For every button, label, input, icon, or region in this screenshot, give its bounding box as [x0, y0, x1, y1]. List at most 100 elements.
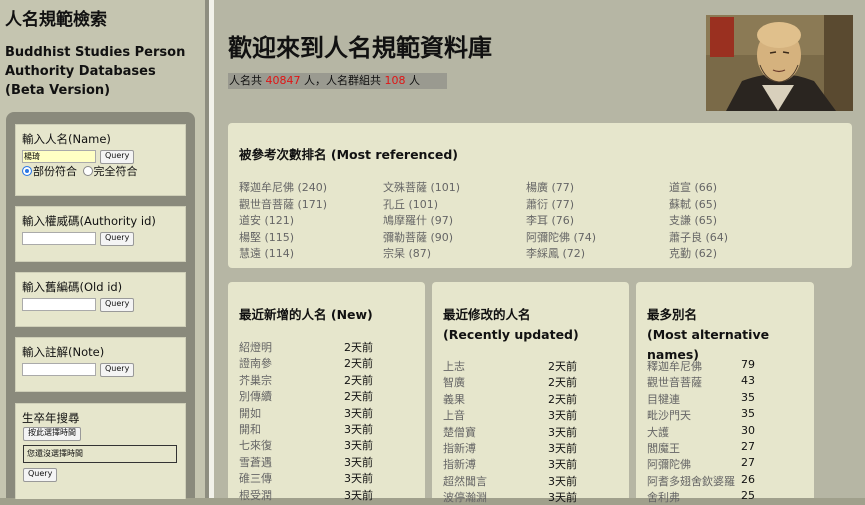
alt-name-count: 35 — [741, 390, 755, 404]
name-query-button[interactable]: Query — [100, 150, 135, 164]
year-search-label: 生卒年搜尋 — [22, 411, 80, 425]
alt-name-person-link[interactable]: 釋迦牟尼佛 — [647, 358, 702, 374]
new-names-card: 最近新增的人名 (New) 紹燈明 2天前 證南參 2天前 芥巢宗 2天前 別傳續 2天前 開如… — [228, 282, 425, 502]
referenced-person-link[interactable]: 支謙 (65) — [669, 212, 717, 228]
old-id-query-button[interactable]: Query — [100, 298, 135, 312]
updated-person-link[interactable]: 上音 — [443, 407, 465, 423]
alt-name-count: 25 — [741, 489, 755, 503]
alt-name-count: 79 — [741, 358, 755, 371]
referenced-person-link[interactable]: 文殊菩薩 (101) — [383, 179, 460, 195]
stats-middle: 人，人名群組共 — [300, 74, 385, 87]
most-referenced-title: 被參考次數排名 (Most referenced) — [239, 147, 459, 162]
referenced-person-link[interactable]: 蕭衍 (77) — [526, 196, 574, 212]
updated-person-link[interactable]: 智廣 — [443, 374, 465, 390]
alt-name-person-link[interactable]: 大護 — [647, 424, 669, 440]
referenced-person-link[interactable]: 李綵鳳 (72) — [526, 245, 585, 261]
note-query-button[interactable]: Query — [100, 363, 135, 377]
new-person-time: 3天前 — [344, 439, 373, 453]
updated-person-time: 3天前 — [548, 442, 577, 455]
year-query-button[interactable]: Query — [23, 468, 58, 482]
group-count: 108 — [384, 74, 406, 87]
new-person-time: 3天前 — [344, 472, 373, 486]
partial-match-radio[interactable] — [22, 166, 32, 176]
new-person-time: 3天前 — [344, 423, 373, 436]
stats-prefix: 人名共 — [229, 74, 266, 87]
new-person-link[interactable]: 開和 — [239, 421, 261, 437]
updated-person-link[interactable]: 義果 — [443, 391, 465, 407]
alt-name-count: 26 — [741, 472, 755, 486]
alt-name-person-link[interactable]: 阿彌陀佛 — [647, 456, 691, 472]
new-person-link[interactable]: 芥巢宗 — [239, 372, 272, 388]
updated-person-link[interactable]: 上志 — [443, 358, 465, 374]
referenced-person-link[interactable]: 釋迦牟尼佛 (240) — [239, 179, 327, 195]
authority-id-input[interactable] — [22, 232, 96, 245]
referenced-person-link[interactable]: 慧遠 (114) — [239, 245, 294, 261]
new-person-time: 2天前 — [344, 390, 373, 404]
old-id-search-box: 輸入舊編碼(Old id) Query — [15, 272, 186, 327]
referenced-person-link[interactable]: 道安 (121) — [239, 212, 294, 228]
updated-person-time: 3天前 — [548, 458, 577, 472]
stats-bar: 人名共 40847 人，人名群組共 108 人 — [228, 73, 447, 89]
authority-search-box: 輸入權威碼(Authority id) Query — [15, 206, 186, 262]
referenced-person-link[interactable]: 蘇軾 (65) — [669, 196, 717, 212]
name-search-input[interactable] — [22, 150, 96, 163]
sidebar: 人名規範檢索 Buddhist Studies Person Authority… — [0, 0, 205, 499]
page-title: 歡迎來到人名規範資料庫 — [228, 34, 492, 62]
referenced-person-link[interactable]: 蕭子良 (64) — [669, 229, 728, 245]
note-input[interactable] — [22, 363, 96, 376]
updated-person-link[interactable]: 指新溥 — [443, 456, 476, 472]
exact-match-radio[interactable] — [82, 166, 93, 176]
new-person-link[interactable]: 碓三傳 — [239, 470, 272, 486]
updated-person-link[interactable]: 楚僧寶 — [443, 424, 476, 440]
name-search-box: 輸入人名(Name) Query 部份符合 完全符合 — [15, 124, 186, 196]
referenced-person-link[interactable]: 楊廣 (77) — [526, 179, 574, 195]
new-person-link[interactable]: 別傳續 — [239, 388, 272, 404]
referenced-person-link[interactable]: 阿彌陀佛 (74) — [526, 229, 596, 245]
referenced-person-link[interactable]: 孔丘 (101) — [383, 196, 438, 212]
alt-name-person-link[interactable]: 閻魔王 — [647, 440, 680, 456]
updated-person-time: 3天前 — [548, 491, 577, 505]
alt-name-count: 30 — [741, 423, 755, 437]
referenced-person-link[interactable]: 宗杲 (87) — [383, 245, 431, 261]
new-person-link[interactable]: 紹燈明 — [239, 339, 272, 355]
new-person-link[interactable]: 開如 — [239, 405, 261, 421]
new-person-time: 3天前 — [344, 406, 373, 420]
updated-person-link[interactable]: 波停瀚淵 — [443, 489, 487, 505]
alt-names-card: 最多別名 (Most alternative names) 釋迦牟尼佛 79 觀世音… — [636, 282, 814, 504]
updated-title-line2: (Recently updated) — [443, 327, 579, 342]
alt-name-count: 35 — [741, 407, 755, 421]
updated-person-link[interactable]: 指新溥 — [443, 440, 476, 456]
updated-person-time: 2天前 — [548, 376, 577, 390]
referenced-person-link[interactable]: 鳩摩羅什 (97) — [383, 212, 453, 228]
alt-name-person-link[interactable]: 舍利弗 — [647, 489, 680, 505]
referenced-person-link[interactable]: 觀世音菩薩 (171) — [239, 196, 327, 212]
referenced-person-link[interactable]: 楊堅 (115) — [239, 229, 294, 245]
updated-person-time: 3天前 — [548, 474, 577, 488]
select-time-button[interactable]: 按此選擇時間 — [23, 427, 81, 441]
person-count: 40847 — [265, 74, 301, 87]
old-id-input[interactable] — [22, 298, 96, 311]
new-person-time: 2天前 — [344, 341, 373, 354]
new-person-time: 2天前 — [344, 373, 373, 387]
site-title: 人名規範檢索 — [5, 10, 107, 30]
new-person-link[interactable]: 證南參 — [239, 355, 272, 371]
referenced-person-link[interactable]: 克勤 (62) — [669, 245, 717, 261]
site-subtitle-line: Buddhist Studies Person — [5, 45, 186, 60]
referenced-person-link[interactable]: 道宣 (66) — [669, 179, 717, 195]
referenced-person-link[interactable]: 彌勒菩薩 (90) — [383, 229, 453, 245]
site-subtitle-line: Authority Databases — [5, 64, 156, 79]
new-person-link[interactable]: 雪蒼遇 — [239, 454, 272, 470]
alt-name-person-link[interactable]: 毗沙門天 — [647, 407, 691, 423]
match-mode-radios: 部份符合 完全符合 — [22, 163, 138, 179]
authority-search-label: 輸入權威碼(Authority id) — [22, 214, 156, 228]
updated-person-time: 2天前 — [548, 392, 577, 406]
new-person-link[interactable]: 根受潤 — [239, 487, 272, 503]
alt-name-person-link[interactable]: 目犍連 — [647, 391, 680, 407]
alt-name-person-link[interactable]: 阿耆多翅舍欽婆羅 — [647, 473, 735, 489]
exact-match-label: 完全符合 — [93, 165, 138, 178]
updated-person-link[interactable]: 超然聞言 — [443, 473, 487, 489]
alt-name-person-link[interactable]: 觀世音菩薩 — [647, 374, 702, 390]
referenced-person-link[interactable]: 李耳 (76) — [526, 212, 574, 228]
new-person-link[interactable]: 七來復 — [239, 437, 272, 453]
authority-query-button[interactable]: Query — [100, 232, 135, 246]
